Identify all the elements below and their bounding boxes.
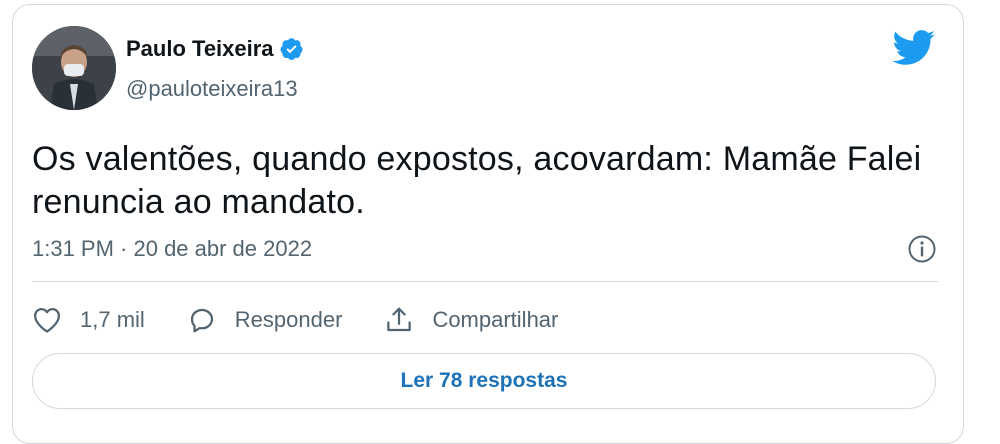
- avatar-photo: [32, 26, 116, 110]
- reply-bubble-icon: [190, 308, 213, 333]
- twitter-bird-icon[interactable]: [892, 30, 936, 66]
- tweet-text: Os valentões, quando expostos, acovardam…: [32, 140, 922, 221]
- read-replies-button[interactable]: Ler 78 respostas: [32, 353, 936, 409]
- like-button[interactable]: 1,7 mil: [32, 305, 145, 335]
- info-icon[interactable]: [906, 233, 938, 265]
- verified-badge-icon: [280, 38, 303, 60]
- like-count: 1,7 mil: [80, 307, 145, 332]
- share-button[interactable]: Compartilhar: [384, 305, 558, 335]
- heart-icon: [34, 308, 60, 333]
- author-name-row[interactable]: Paulo Teixeira: [126, 36, 304, 62]
- author-name[interactable]: Paulo Teixeira: [126, 36, 274, 62]
- reply-label: Responder: [234, 307, 343, 332]
- divider: [32, 281, 938, 282]
- share-upload-icon: [387, 307, 412, 332]
- share-label: Compartilhar: [432, 307, 559, 332]
- avatar[interactable]: [32, 26, 116, 110]
- tweet-timestamp[interactable]: 1:31 PM · 20 de abr de 2022: [32, 236, 312, 262]
- tweet-meta-row: 1:31 PM · 20 de abr de 2022: [32, 231, 938, 267]
- tweet-actions: 1,7 mil Responder Compartilhar: [32, 300, 600, 340]
- author-handle[interactable]: @pauloteixeira13: [126, 76, 298, 102]
- reply-button[interactable]: Responder: [187, 305, 343, 335]
